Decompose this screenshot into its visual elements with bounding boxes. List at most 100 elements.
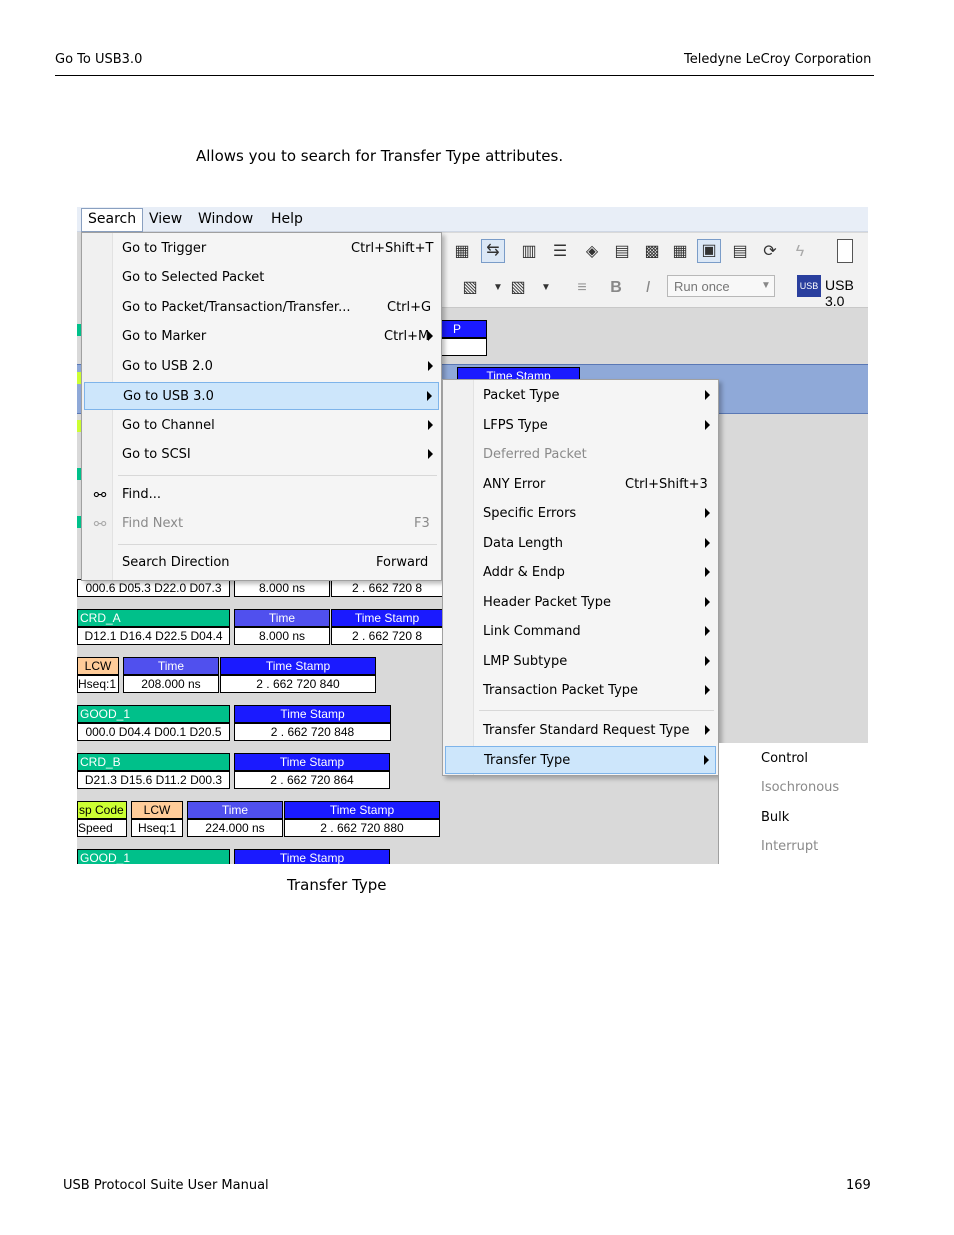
trace-cell: 2 . 662 720 848 bbox=[234, 723, 391, 741]
trace-cell: Time Stamp bbox=[234, 849, 390, 864]
trace-cell: 2 . 662 720 840 bbox=[220, 675, 376, 693]
menu-item-specific-errors[interactable]: Specific Errors bbox=[445, 500, 716, 528]
trace-cell: Time bbox=[123, 657, 219, 675]
menu-view[interactable]: View bbox=[143, 210, 188, 228]
menu-item-go-to-channel[interactable]: Go to Channel bbox=[84, 412, 439, 440]
menu-item-transfer-standard-request-type[interactable]: Transfer Standard Request Type bbox=[445, 717, 716, 745]
decode-icon[interactable]: ▤ bbox=[729, 241, 751, 263]
trace-cell: 2 . 662 720 864 bbox=[234, 771, 390, 789]
menu-item-go-to-selected-packet[interactable]: Go to Selected Packet bbox=[84, 264, 439, 292]
be-filter-icon[interactable]: ▧ bbox=[459, 277, 481, 299]
trace-cell: sp Code bbox=[77, 801, 127, 819]
swap-icon[interactable]: ⇆ bbox=[481, 239, 505, 263]
menu-item-find[interactable]: ⚯ Find... bbox=[84, 481, 439, 509]
header-left: Go To USB3.0 bbox=[55, 52, 143, 67]
panel-icon[interactable] bbox=[837, 239, 853, 263]
menu-item-go-to-scsi[interactable]: Go to SCSI bbox=[84, 441, 439, 469]
binary-icon[interactable]: ▦ bbox=[451, 241, 473, 263]
header-rule bbox=[55, 75, 874, 76]
transfer-type-submenu: Control Isochronous Bulk Interrupt bbox=[718, 743, 868, 864]
submenu-arrow-icon bbox=[705, 685, 710, 695]
submenu-arrow-icon bbox=[428, 449, 433, 459]
trace-cell: 8.000 ns bbox=[234, 627, 330, 645]
trace-cell: Time bbox=[234, 609, 330, 627]
menu-item-search-direction[interactable]: Search Direction Forward bbox=[84, 549, 439, 577]
trace-cell: 000.0 D04.4 D00.1 D20.5 bbox=[77, 723, 230, 741]
diamond-icon[interactable]: ◈ bbox=[581, 241, 603, 263]
submenu-arrow-icon bbox=[428, 420, 433, 430]
trace-cell: CRD_A bbox=[77, 609, 230, 627]
page-number: 169 bbox=[846, 1178, 871, 1193]
search-menu: Go to Trigger Ctrl+Shift+T Go to Selected… bbox=[81, 232, 442, 581]
trace-cell: 224.000 ns bbox=[187, 819, 283, 837]
menu-item-interrupt[interactable]: Interrupt bbox=[721, 833, 867, 861]
menu-item-transaction-packet-type[interactable]: Transaction Packet Type bbox=[445, 677, 716, 705]
list-icon[interactable]: ☰ bbox=[549, 241, 571, 263]
menu-item-go-to-trigger[interactable]: Go to Trigger Ctrl+Shift+T bbox=[84, 235, 439, 263]
trace-cell: GOOD_1 bbox=[77, 705, 230, 723]
trace-cell: 2 . 662 720 8 bbox=[331, 579, 443, 597]
trace-cell: Time Stamp bbox=[284, 801, 440, 819]
binoculars-icon: ⚯ bbox=[93, 486, 107, 504]
menu-item-find-next[interactable]: ⚯ Find Next F3 bbox=[84, 510, 439, 538]
color-filter-icon[interactable]: ▧ bbox=[507, 277, 529, 299]
menu-item-packet-type[interactable]: Packet Type bbox=[445, 382, 716, 410]
submenu-arrow-icon bbox=[705, 656, 710, 666]
menu-item-control[interactable]: Control bbox=[721, 745, 867, 773]
italic-icon[interactable]: I bbox=[637, 277, 659, 299]
submenu-arrow-icon bbox=[705, 725, 710, 735]
trace-cell: Time bbox=[187, 801, 283, 819]
menu-item-any-error[interactable]: ANY Error Ctrl+Shift+3 bbox=[445, 471, 716, 499]
table-icon[interactable]: ▦ bbox=[669, 241, 691, 263]
menu-item-addr-endp[interactable]: Addr & Endp bbox=[445, 559, 716, 587]
trace-cell: Time Stamp bbox=[234, 753, 390, 771]
menu-item-lfps-type[interactable]: LFPS Type bbox=[445, 412, 716, 440]
lightning-icon[interactable]: ϟ bbox=[789, 241, 811, 263]
grid-icon[interactable]: ▤ bbox=[611, 241, 633, 263]
trace-cell: 2 . 662 720 880 bbox=[284, 819, 440, 837]
bold-icon[interactable]: B bbox=[605, 277, 627, 299]
menu-item-transfer-type[interactable]: Transfer Type bbox=[445, 746, 716, 774]
bar-chart-icon[interactable]: ▥ bbox=[518, 241, 540, 263]
usb3-submenu: Packet Type LFPS Type Deferred Packet AN… bbox=[442, 379, 719, 776]
usb-label: USB 3.0 bbox=[825, 277, 854, 309]
ruler-icon[interactable]: ▩ bbox=[641, 241, 663, 263]
stack-icon[interactable]: ≡ bbox=[571, 277, 593, 299]
submenu-arrow-icon bbox=[705, 508, 710, 518]
submenu-arrow-icon bbox=[705, 567, 710, 577]
dropdown-arrow-icon[interactable]: ▼ bbox=[487, 277, 509, 299]
menu-item-data-length[interactable]: Data Length bbox=[445, 530, 716, 558]
menu-item-go-to-usb20[interactable]: Go to USB 2.0 bbox=[84, 353, 439, 381]
trace-cell: Time Stamp bbox=[220, 657, 376, 675]
menu-item-bulk[interactable]: Bulk bbox=[721, 804, 867, 832]
submenu-arrow-icon bbox=[428, 331, 433, 341]
menu-item-go-to-packet[interactable]: Go to Packet/Transaction/Transfer... Ctrl… bbox=[84, 294, 439, 322]
trace-cell: LCW bbox=[131, 801, 183, 819]
trace-cell: D12.1 D16.4 D22.5 D04.4 bbox=[77, 627, 230, 645]
footer-title: USB Protocol Suite User Manual bbox=[63, 1178, 269, 1193]
submenu-arrow-icon bbox=[705, 597, 710, 607]
menu-item-go-to-marker[interactable]: Go to Marker Ctrl+M bbox=[84, 323, 439, 351]
trace-cell: Speed bbox=[77, 819, 127, 837]
menu-item-isochronous[interactable]: Isochronous bbox=[721, 774, 867, 802]
dropdown-arrow-icon[interactable]: ▼ bbox=[535, 277, 557, 299]
export-icon[interactable]: ⟳ bbox=[759, 241, 781, 263]
menu-window[interactable]: Window bbox=[192, 210, 259, 228]
menu-item-lmp-subtype[interactable]: LMP Subtype bbox=[445, 648, 716, 676]
trace-cell: 000.6 D05.3 D22.0 D07.3 bbox=[77, 579, 230, 597]
menu-help[interactable]: Help bbox=[265, 210, 309, 228]
window-icon[interactable]: ▣ bbox=[697, 239, 721, 263]
binoculars-next-icon: ⚯ bbox=[93, 515, 107, 533]
menu-item-go-to-usb30[interactable]: Go to USB 3.0 bbox=[84, 382, 439, 410]
menu-item-deferred-packet[interactable]: Deferred Packet bbox=[445, 441, 716, 469]
submenu-arrow-icon bbox=[704, 755, 709, 765]
chevron-down-icon[interactable]: ▼ bbox=[755, 275, 777, 297]
menu-item-link-command[interactable]: Link Command bbox=[445, 618, 716, 646]
trace-cell: Time Stamp bbox=[234, 705, 391, 723]
menu-item-header-packet-type[interactable]: Header Packet Type bbox=[445, 589, 716, 617]
trace-cell: 8.000 ns bbox=[234, 579, 330, 597]
menu-search[interactable]: Search bbox=[81, 208, 144, 232]
figure-caption: Transfer Type bbox=[287, 876, 387, 894]
trace-cell: CRD_B bbox=[77, 753, 230, 771]
usb-icon: USB bbox=[797, 275, 821, 297]
